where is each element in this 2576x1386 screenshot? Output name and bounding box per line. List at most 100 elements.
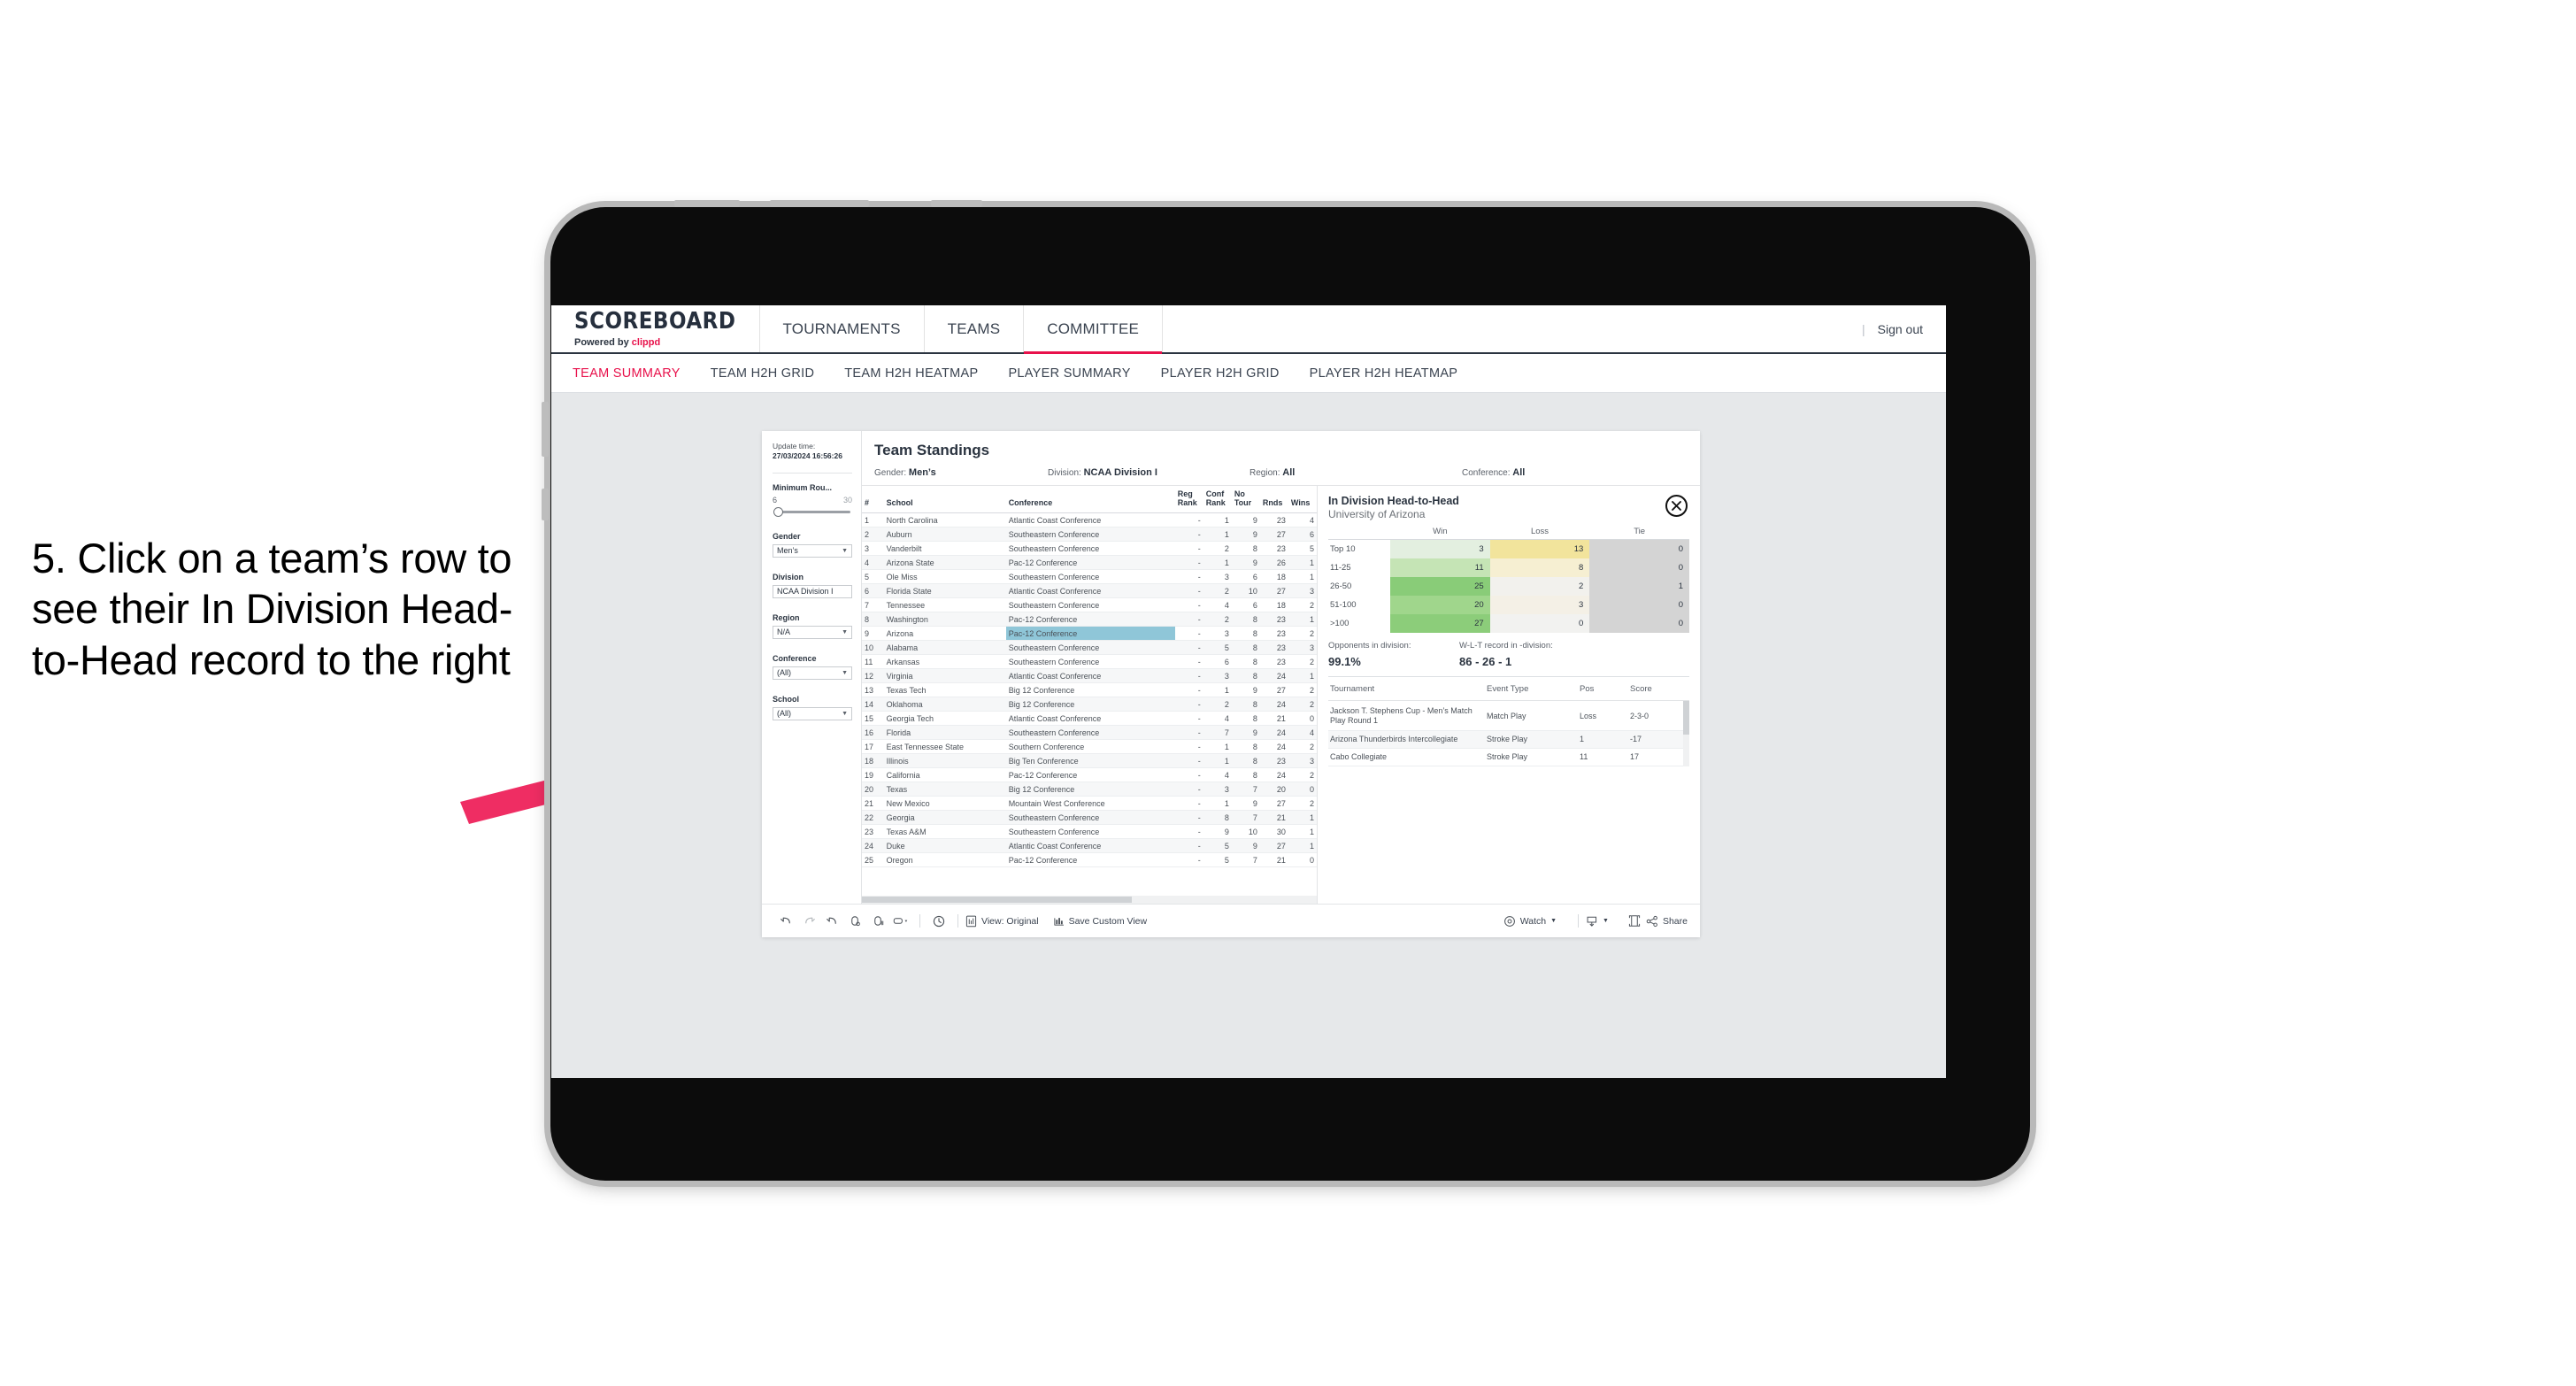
table-row[interactable]: 10 Alabama Southeastern Conference -5 8 23 3 (862, 640, 1317, 656)
tournament-row[interactable]: Arizona Thunderbirds Intercollegiate Stro… (1328, 730, 1689, 749)
alerts-icon[interactable] (927, 914, 950, 928)
table-row[interactable]: 14 Oklahoma Big 12 Conference -2 8 24 2 (862, 697, 1317, 712)
download-button[interactable]: ▼ (1586, 915, 1609, 928)
tournament-list-scroll[interactable]: Jackson T. Stephens Cup - Men’s Match Pl… (1328, 701, 1689, 766)
col-conf-rank[interactable]: Conf Rank (1203, 486, 1232, 514)
cell-conference: Southern Conference (1005, 739, 1175, 755)
screenshot-root: 5. Click on a team’s row to see their In… (0, 0, 2576, 1386)
standings-horizontal-scrollbar[interactable] (862, 896, 1317, 904)
region-select[interactable]: N/A ▼ (773, 625, 852, 639)
cell-conf-rank: 4 (1203, 767, 1232, 783)
cell-reg-rank: - (1174, 739, 1203, 755)
table-row[interactable]: 19 California Pac-12 Conference -4 8 24 2 (862, 767, 1317, 783)
cell-wins: 1 (1288, 612, 1317, 628)
cell-rank: 15 (862, 711, 884, 727)
top-nav-item-tournaments[interactable]: TOURNAMENTS (760, 305, 925, 352)
h2h-subtitle: University of Arizona (1328, 508, 1426, 520)
col-school[interactable]: School (883, 486, 1006, 514)
conference-filter-label: Conference (773, 653, 817, 663)
cell-reg-rank: - (1174, 697, 1203, 712)
cell-wins: 2 (1288, 682, 1317, 698)
minimum-rounds-slider[interactable] (773, 506, 852, 517)
col-rnds[interactable]: Rnds (1259, 486, 1288, 514)
cell-conf-rank: 6 (1203, 654, 1232, 670)
table-row[interactable]: 22 Georgia Southeastern Conference -8 7 21 1 (862, 810, 1317, 826)
table-row[interactable]: 21 New Mexico Mountain West Conference -1 9 2… (862, 796, 1317, 812)
tournament-row[interactable]: Jackson T. Stephens Cup - Men’s Match Pl… (1328, 703, 1689, 731)
conference-select[interactable]: (All) ▼ (773, 666, 852, 680)
tournament-row[interactable]: Cabo Collegiate Stroke Play 11 17 (1328, 748, 1689, 766)
table-row[interactable]: 23 Texas A&M Southeastern Conference -9 10 30… (862, 824, 1317, 840)
col-rank[interactable]: # (862, 486, 884, 514)
tourn-col-score[interactable]: Score (1628, 679, 1689, 701)
cell-no-tour: 9 (1231, 682, 1260, 698)
tab-team-summary[interactable]: TEAM SUMMARY (573, 366, 681, 381)
tournament-vertical-scrollbar[interactable] (1683, 701, 1689, 766)
top-nav-item-teams[interactable]: TEAMS (925, 305, 1025, 352)
table-row[interactable]: 11 Arkansas Southeastern Conference -6 8 23 2 (862, 654, 1317, 670)
top-nav-item-committee[interactable]: COMMITTEE (1024, 305, 1164, 354)
school-select[interactable]: (All) ▼ (773, 706, 852, 720)
tourn-col-pos[interactable]: Pos (1578, 679, 1628, 701)
table-row[interactable]: 20 Texas Big 12 Conference -3 7 20 0 (862, 782, 1317, 797)
device-layout-icon[interactable] (1623, 914, 1646, 928)
brand-logo[interactable]: SCOREBOARD Powered by clippd (551, 305, 760, 352)
table-row[interactable]: 24 Duke Atlantic Coast Conference -5 9 27 1 (862, 838, 1317, 854)
table-row[interactable]: 1 North Carolina Atlantic Coast Conference… (862, 513, 1317, 528)
cell-rnds: 23 (1259, 541, 1288, 557)
tab-team-h2h-grid[interactable]: TEAM H2H GRID (711, 366, 815, 381)
cell-school: Alabama (883, 640, 1006, 656)
table-row[interactable]: 18 Illinois Big Ten Conference -1 8 23 3 (862, 753, 1317, 769)
tab-player-summary[interactable]: PLAYER SUMMARY (1008, 366, 1130, 381)
save-custom-view-button[interactable]: Save Custom View (1053, 915, 1147, 928)
gender-select[interactable]: Men’s ▼ (773, 543, 852, 558)
refresh-data-icon[interactable] (843, 914, 866, 928)
table-row[interactable]: 4 Arizona State Pac-12 Conference -1 9 26 1 (862, 555, 1317, 571)
table-row[interactable]: 8 Washington Pac-12 Conference -2 8 23 1 (862, 612, 1317, 628)
table-row[interactable]: 6 Florida State Atlantic Coast Conference -… (862, 583, 1317, 599)
table-row[interactable]: 25 Oregon Pac-12 Conference -5 7 21 0 (862, 852, 1317, 868)
table-row[interactable]: 17 East Tennessee State Southern Conferenc… (862, 739, 1317, 755)
col-no-tour[interactable]: No Tour (1231, 486, 1260, 514)
col-reg-rank[interactable]: Reg Rank (1174, 486, 1203, 514)
table-row[interactable]: 7 Tennessee Southeastern Conference -4 6 18 2 (862, 597, 1317, 613)
col-conference[interactable]: Conference (1005, 486, 1175, 514)
table-row[interactable]: 16 Florida Southeastern Conference -7 9 24 4 (862, 725, 1317, 741)
cell-conf-rank: 1 (1203, 527, 1232, 543)
scrollbar-thumb[interactable] (862, 897, 1132, 903)
table-row[interactable]: 2 Auburn Southeastern Conference -1 9 27 6 (862, 527, 1317, 543)
table-row[interactable]: 15 Georgia Tech Atlantic Coast Conference -… (862, 711, 1317, 727)
share-button[interactable]: Share (1646, 915, 1688, 928)
table-row[interactable]: 5 Ole Miss Southeastern Conference -3 6 18 1 (862, 569, 1317, 585)
standings-table-body-scroll[interactable]: 1 North Carolina Atlantic Coast Conference… (862, 513, 1317, 896)
tab-player-h2h-grid[interactable]: PLAYER H2H GRID (1161, 366, 1280, 381)
table-row[interactable]: 9 Arizona Pac-12 Conference -3 8 23 2 (862, 626, 1317, 642)
undo-icon[interactable] (774, 914, 797, 928)
view-original-button[interactable]: View: Original (965, 915, 1039, 928)
cell-conf-rank: 5 (1203, 838, 1232, 854)
cell-rank: 12 (862, 668, 884, 684)
filter-summary-conference-value: All (1512, 467, 1526, 478)
tab-team-h2h-heatmap[interactable]: TEAM H2H HEATMAP (844, 366, 978, 381)
table-row[interactable]: 13 Texas Tech Big 12 Conference -1 9 27 2 (862, 682, 1317, 698)
cell-reg-rank: - (1174, 640, 1203, 656)
tourn-col-tournament[interactable]: Tournament (1328, 679, 1485, 701)
table-row[interactable]: 3 Vanderbilt Southeastern Conference -2 8 23 5 (862, 541, 1317, 557)
highlight-icon[interactable] (889, 914, 912, 928)
tourn-col-event-type[interactable]: Event Type (1485, 679, 1578, 701)
table-row[interactable]: 12 Virginia Atlantic Coast Conference -3 8 24… (862, 668, 1317, 684)
sign-out-link[interactable]: Sign out (1878, 322, 1923, 336)
cell-rank: 5 (862, 569, 884, 585)
watch-button[interactable]: Watch ▼ (1503, 915, 1557, 928)
scrollbar-thumb[interactable] (1683, 701, 1689, 735)
cell-wins: 2 (1288, 697, 1317, 712)
revert-icon[interactable] (820, 914, 843, 928)
close-icon[interactable] (1665, 495, 1688, 517)
tab-player-h2h-heatmap[interactable]: PLAYER H2H HEATMAP (1310, 366, 1458, 381)
col-wins[interactable]: Wins (1288, 486, 1317, 514)
redo-icon[interactable] (797, 914, 820, 928)
slider-handle[interactable] (773, 506, 783, 517)
cell-wins: 1 (1288, 824, 1317, 840)
pause-updates-icon[interactable] (866, 914, 889, 928)
division-select[interactable]: NCAA Division I ▼ (773, 584, 852, 598)
